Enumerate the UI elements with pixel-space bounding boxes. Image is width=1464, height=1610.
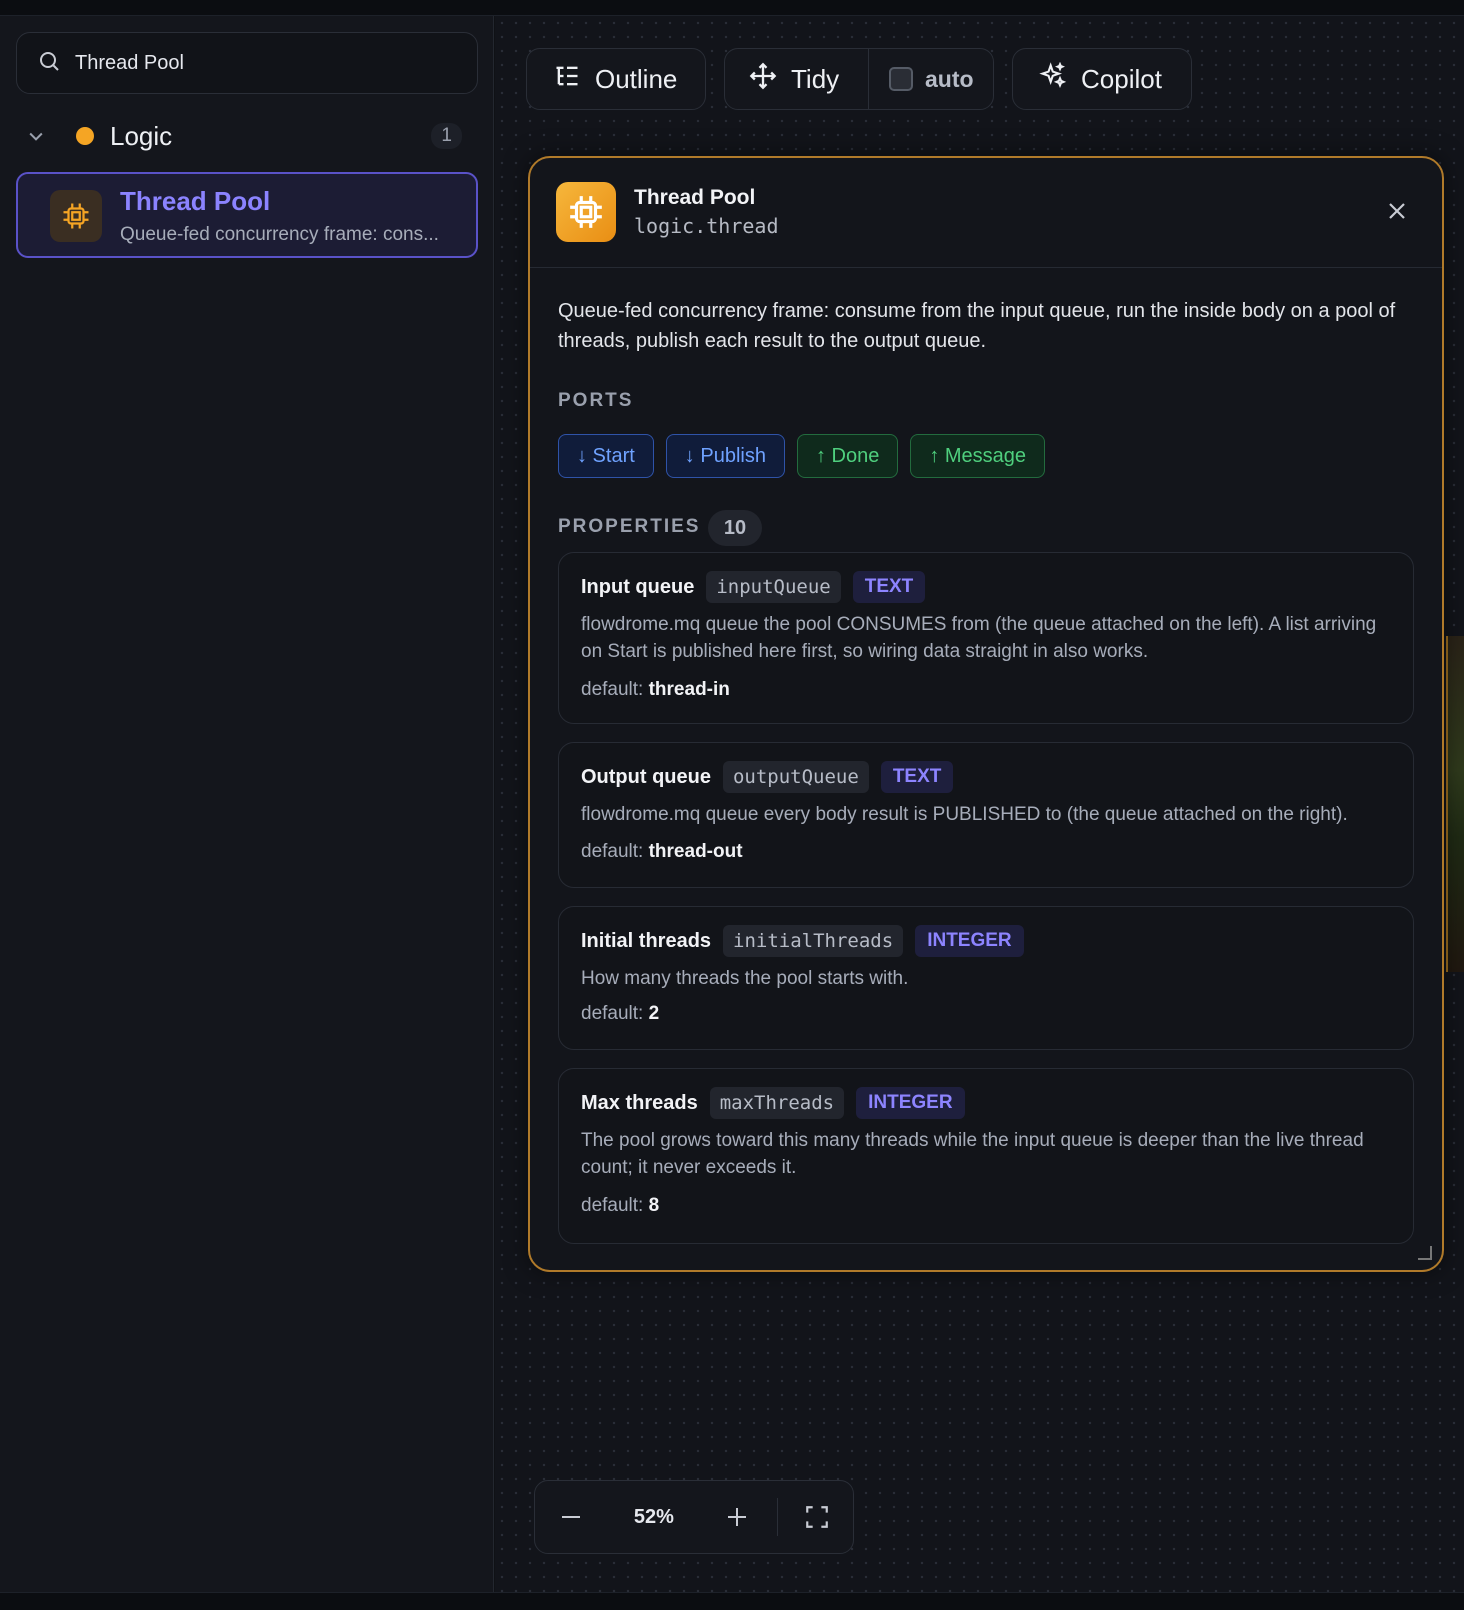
node-detail-panel: Thread Pool logic.thread Queue-fed concu… <box>528 156 1444 1272</box>
ports-heading: PORTS <box>558 390 634 411</box>
panel-title: Thread Pool <box>634 186 756 209</box>
sparkles-icon <box>1039 61 1067 97</box>
auto-tidy-toggle[interactable]: auto <box>869 49 974 109</box>
zoom-level: 52% <box>633 1505 674 1528</box>
resize-handle[interactable] <box>1418 1246 1432 1260</box>
property-default: default: thread-out <box>581 841 743 863</box>
cpu-icon <box>50 190 102 242</box>
copilot-button[interactable]: Copilot <box>1012 48 1192 110</box>
property-card: Output queue outputQueue TEXT flowdrome.… <box>558 742 1414 888</box>
default-label: default: <box>581 841 644 862</box>
property-description: flowdrome.mq queue every body result is … <box>581 804 1348 825</box>
category-logic[interactable]: Logic 1 <box>16 114 478 158</box>
zoom-out-button[interactable] <box>535 1480 606 1554</box>
bottom-edge <box>0 1592 1464 1610</box>
outline-icon <box>553 62 581 97</box>
default-value: 8 <box>648 1195 660 1216</box>
property-type-badge: TEXT <box>852 571 926 603</box>
search-icon <box>37 49 61 78</box>
zoom-controls: 52% <box>534 1480 854 1554</box>
auto-checkbox[interactable] <box>889 67 913 91</box>
port-start[interactable]: ↓ Start <box>558 434 654 478</box>
chevron-down-icon[interactable] <box>16 126 56 146</box>
property-default: default: thread-in <box>581 679 730 701</box>
property-description: How many threads the pool starts with. <box>581 968 909 989</box>
property-description: flowdrome.mq queue the pool CONSUMES fro… <box>581 614 1377 662</box>
property-card: Initial threads initialThreads INTEGER H… <box>558 906 1414 1050</box>
port-done[interactable]: ↑ Done <box>796 434 899 478</box>
category-label: Logic <box>110 120 173 151</box>
ports-list: ↓ Start ↓ Publish ↑ Done ↑ Message <box>558 434 1046 478</box>
tidy-button[interactable]: Tidy <box>725 49 869 109</box>
default-label: default: <box>581 679 644 700</box>
auto-label: auto <box>925 65 974 92</box>
search-input[interactable] <box>75 51 455 75</box>
top-edge <box>0 0 1464 16</box>
tidy-label: Tidy <box>791 63 840 94</box>
property-name: Max threads <box>581 1091 698 1114</box>
port-message[interactable]: ↑ Message <box>910 434 1046 478</box>
copilot-label: Copilot <box>1081 63 1162 94</box>
sidebar: Logic 1 Thread Pool Queue-fed concurrenc… <box>0 16 494 1592</box>
move-icon <box>749 62 777 97</box>
property-description: The pool grows toward this many threads … <box>581 1130 1364 1178</box>
panel-description: Queue-fed concurrency frame: consume fro… <box>558 300 1396 352</box>
default-value: 2 <box>648 1003 660 1024</box>
category-count-badge: 1 <box>431 123 462 149</box>
default-value: thread-out <box>648 841 743 862</box>
node-list-item-description: Queue-fed concurrency frame: cons... <box>120 224 439 245</box>
property-key: outputQueue <box>722 761 869 793</box>
property-type-badge: INTEGER <box>856 1087 965 1119</box>
port-publish[interactable]: ↓ Publish <box>665 434 785 478</box>
property-key: initialThreads <box>723 925 904 957</box>
outline-button[interactable]: Outline <box>526 48 706 110</box>
category-color-dot <box>76 127 94 145</box>
node-list-item-thread-pool[interactable]: Thread Pool Queue-fed concurrency frame:… <box>16 172 478 258</box>
property-card: Max threads maxThreads INTEGER The pool … <box>558 1068 1414 1244</box>
default-label: default: <box>581 1003 644 1024</box>
tidy-group: Tidy auto <box>724 48 994 110</box>
property-key: inputQueue <box>706 571 841 603</box>
outline-label: Outline <box>595 63 678 94</box>
default-label: default: <box>581 1195 644 1216</box>
zoom-in-button[interactable] <box>701 1480 772 1554</box>
properties-count-badge: 10 <box>708 510 762 546</box>
panel-header: Thread Pool logic.thread <box>530 158 1442 268</box>
node-list-item-title: Thread Pool <box>120 186 271 216</box>
property-key: maxThreads <box>709 1087 845 1119</box>
property-default: default: 8 <box>581 1195 659 1217</box>
divider <box>776 1498 778 1536</box>
default-value: thread-in <box>648 679 730 700</box>
property-type-badge: INTEGER <box>915 925 1024 957</box>
search-box[interactable] <box>16 32 478 94</box>
property-type-badge: TEXT <box>880 761 954 793</box>
close-icon[interactable] <box>1382 196 1412 226</box>
property-name: Output queue <box>581 765 711 788</box>
property-name: Initial threads <box>581 929 712 952</box>
background-node-fragment <box>1446 636 1464 972</box>
property-card: Input queue inputQueue TEXT flowdrome.mq… <box>558 552 1414 724</box>
panel-node-id: logic.thread <box>634 214 779 238</box>
cpu-icon <box>556 182 616 242</box>
fit-view-button[interactable] <box>782 1480 853 1554</box>
property-name: Input queue <box>581 575 695 598</box>
property-default: default: 2 <box>581 1003 659 1025</box>
properties-heading: PROPERTIES <box>558 516 701 537</box>
